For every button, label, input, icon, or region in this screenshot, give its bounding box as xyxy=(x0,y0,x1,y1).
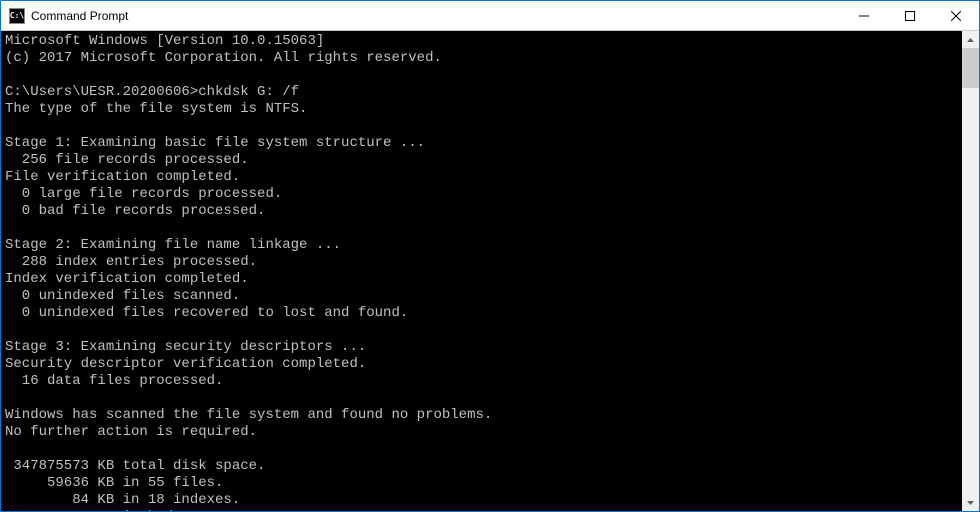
scroll-down-arrow-icon[interactable] xyxy=(962,494,979,511)
vertical-scrollbar[interactable] xyxy=(962,31,979,511)
app-icon: C:\ xyxy=(9,8,25,24)
minimize-button[interactable] xyxy=(841,1,887,30)
terminal-container: Microsoft Windows [Version 10.0.15063] (… xyxy=(1,31,979,511)
scroll-up-arrow-icon[interactable] xyxy=(962,31,979,48)
window-title: Command Prompt xyxy=(31,9,841,23)
terminal-output[interactable]: Microsoft Windows [Version 10.0.15063] (… xyxy=(1,31,962,511)
window-controls xyxy=(841,1,979,30)
close-button[interactable] xyxy=(933,1,979,30)
scrollbar-track[interactable] xyxy=(962,48,979,494)
titlebar: C:\ Command Prompt xyxy=(1,1,979,31)
scrollbar-thumb[interactable] xyxy=(962,48,979,88)
maximize-button[interactable] xyxy=(887,1,933,30)
